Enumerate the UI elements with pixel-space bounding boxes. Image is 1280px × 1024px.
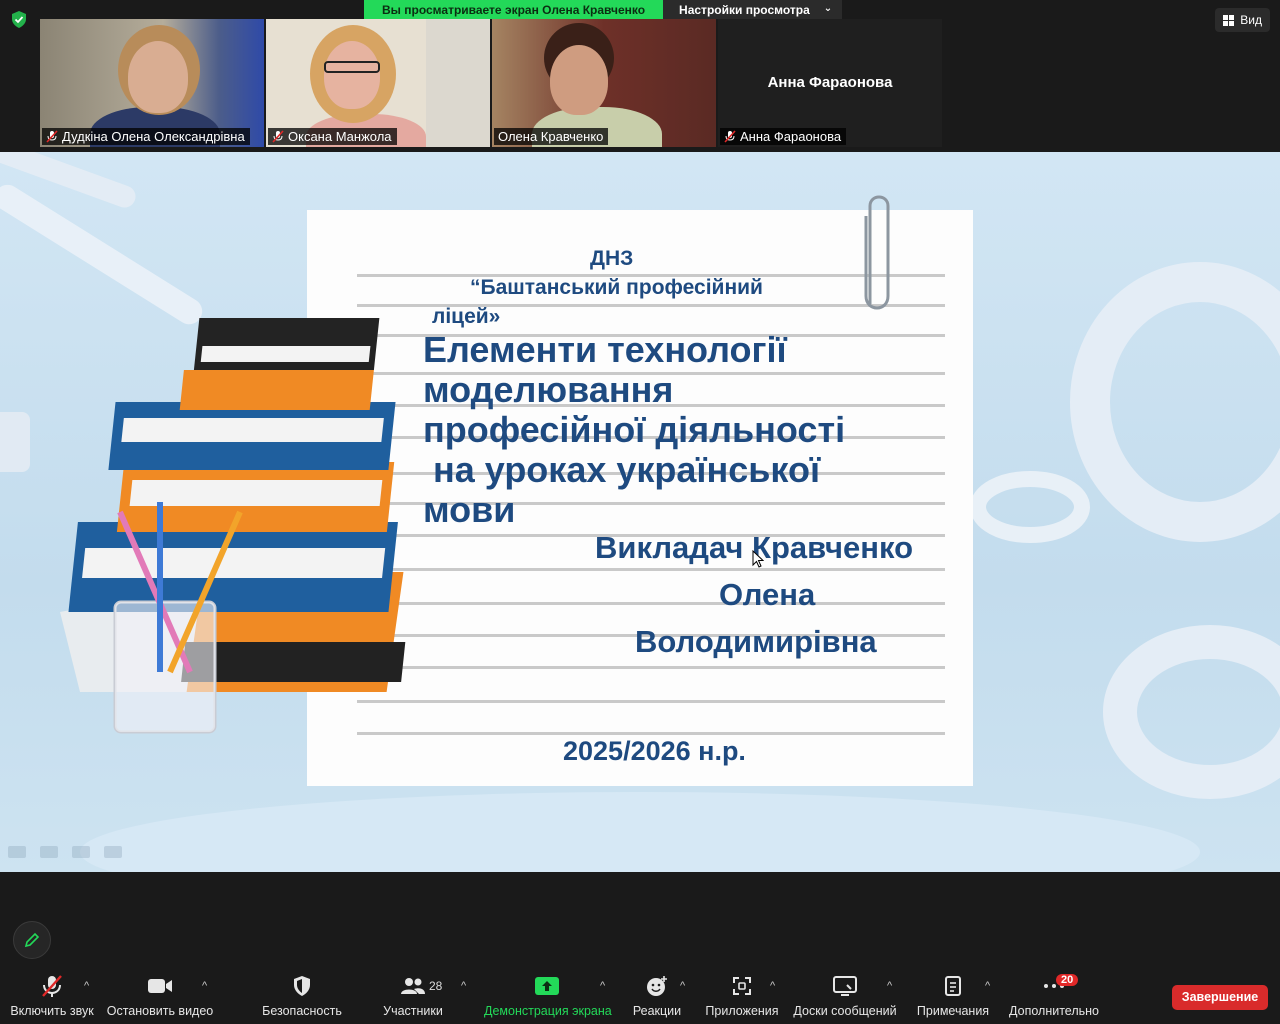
participants-count: 28 [429, 979, 443, 993]
participants-label: Участники [383, 1004, 443, 1018]
participant-name: Анна Фараонова [740, 129, 842, 144]
video-camera-icon [148, 979, 172, 993]
stop-video-label: Остановить видео [106, 1004, 214, 1018]
whiteboards-label: Доски сообщений [793, 1004, 897, 1018]
security-label: Безопасность [262, 1004, 342, 1018]
paperclip-icon [864, 195, 890, 310]
video-tile-active-speaker[interactable]: Олена Кравченко [492, 19, 716, 147]
slide-title-line3: професійної діяльності [423, 409, 846, 450]
pencil-icon [24, 932, 40, 948]
participant-name: Оксана Манжола [288, 129, 392, 144]
screen-share-banner: Вы просматриваете экран Олена Кравченко … [364, 0, 843, 19]
slide-title-line2: моделювання [423, 369, 674, 410]
stop-video-button[interactable]: Остановить видео [106, 972, 214, 1024]
participant-name: Олена Кравченко [498, 129, 604, 144]
apps-label: Приложения [705, 1004, 779, 1018]
slide-nav-toolbar[interactable] [8, 846, 122, 858]
participant-name: Дудкіна Олена Олександрівна [62, 129, 245, 144]
view-settings-menu[interactable]: Настройки просмотра ⌄ [663, 0, 843, 19]
notes-options-caret[interactable]: ^ [985, 980, 990, 992]
security-shield-icon [294, 976, 310, 996]
video-background [426, 19, 490, 147]
mic-muted-icon [724, 130, 736, 143]
participants-icon [401, 978, 425, 994]
view-button-label: Вид [1240, 13, 1262, 27]
mouse-cursor-icon [752, 550, 764, 568]
more-notification-badge: 20 [1056, 974, 1079, 986]
slide-title-line1: Елементи технології [423, 329, 787, 370]
whiteboards-options-caret[interactable]: ^ [887, 980, 892, 992]
video-tile-camera-off[interactable]: Анна Фараонова Анна Фараонова [718, 19, 942, 147]
share-screen-label: Демонстрация экрана [484, 1004, 612, 1018]
view-settings-label: Настройки просмотра [679, 3, 810, 17]
notes-button[interactable]: Примечания [912, 972, 994, 1024]
participant-video-strip: Дудкіна Олена Олександрівна Оксана Манжо… [40, 19, 945, 148]
shared-screen-slide[interactable]: ДНЗ “Баштанський професійний ліцей» Елем… [0, 152, 1280, 872]
prev-slide-icon[interactable] [8, 846, 26, 858]
participant-face [324, 41, 380, 109]
share-options-caret[interactable]: ^ [600, 980, 605, 992]
mic-muted-icon [272, 130, 284, 143]
slide-org-line3: ліцей» [432, 305, 501, 328]
participant-name-tag: Анна Фараонова [720, 128, 847, 145]
reactions-button[interactable]: Реакции [626, 972, 688, 1024]
slide-title-line5: мови [423, 489, 516, 530]
end-meeting-button[interactable]: Завершение [1172, 985, 1268, 1010]
participant-face [128, 41, 188, 113]
pen-tool-icon[interactable] [40, 846, 58, 858]
participant-name-tag: Олена Кравченко [494, 128, 609, 145]
video-tile[interactable]: Оксана Манжола [266, 19, 490, 147]
slide-title-line4: на уроках української [423, 449, 821, 490]
participant-face [550, 45, 608, 115]
unmute-button[interactable]: Включить звук [8, 972, 96, 1024]
encryption-shield-icon[interactable] [11, 11, 27, 28]
camera-off-name: Анна Фараонова [767, 74, 893, 91]
audio-options-caret[interactable]: ^ [84, 980, 89, 992]
participant-name-tag: Оксана Манжола [268, 128, 397, 145]
view-layout-button[interactable]: Вид [1215, 8, 1270, 32]
apps-icon [733, 977, 751, 995]
more-button[interactable]: Дополнительно [1008, 972, 1100, 1024]
books-illustration [60, 318, 406, 734]
glasses [324, 61, 380, 73]
mic-muted-icon [42, 975, 62, 997]
slide-org-line1: ДНЗ [590, 247, 634, 270]
share-screen-icon [535, 977, 559, 995]
apps-options-caret[interactable]: ^ [770, 980, 775, 992]
whiteboards-button[interactable]: Доски сообщений [792, 972, 898, 1024]
slides-grid-icon[interactable] [72, 846, 90, 858]
meeting-controls-bar: Включить звук ^ Остановить видео ^ Безоп… [0, 972, 1280, 1024]
share-screen-button[interactable]: Демонстрация экрана [484, 972, 612, 1024]
slide-author-line3: Володимирівна [635, 624, 877, 659]
participants-options-caret[interactable]: ^ [461, 980, 466, 992]
security-button[interactable]: Безопасность [258, 972, 346, 1024]
video-tile[interactable]: Дудкіна Олена Олександрівна [40, 19, 264, 147]
notes-label: Примечания [916, 1004, 990, 1018]
zoom-meeting-window: Вы просматриваете экран Олена Кравченко … [0, 0, 1280, 1024]
grid-view-icon [1223, 14, 1235, 26]
slide-year: 2025/2026 н.р. [563, 736, 746, 766]
more-label: Дополнительно [1009, 1004, 1099, 1018]
whiteboard-icon [833, 976, 857, 996]
mic-muted-icon [46, 130, 58, 143]
reactions-options-caret[interactable]: ^ [680, 980, 685, 992]
annotate-button[interactable] [13, 921, 51, 959]
sharing-status-text: Вы просматриваете экран Олена Кравченко [364, 0, 664, 19]
slide-author-line2: Олена [719, 577, 816, 612]
chevron-down-icon: ⌄ [823, 3, 833, 14]
reactions-label: Реакции [632, 1004, 682, 1018]
participant-name-tag: Дудкіна Олена Олександрівна [42, 128, 250, 145]
slide-org-line2: “Баштанський професійний [470, 276, 763, 299]
smiley-icon [647, 976, 667, 996]
notes-icon [945, 976, 961, 996]
video-options-caret[interactable]: ^ [202, 980, 207, 992]
next-slide-icon[interactable] [104, 846, 122, 858]
unmute-label: Включить звук [10, 1004, 94, 1018]
